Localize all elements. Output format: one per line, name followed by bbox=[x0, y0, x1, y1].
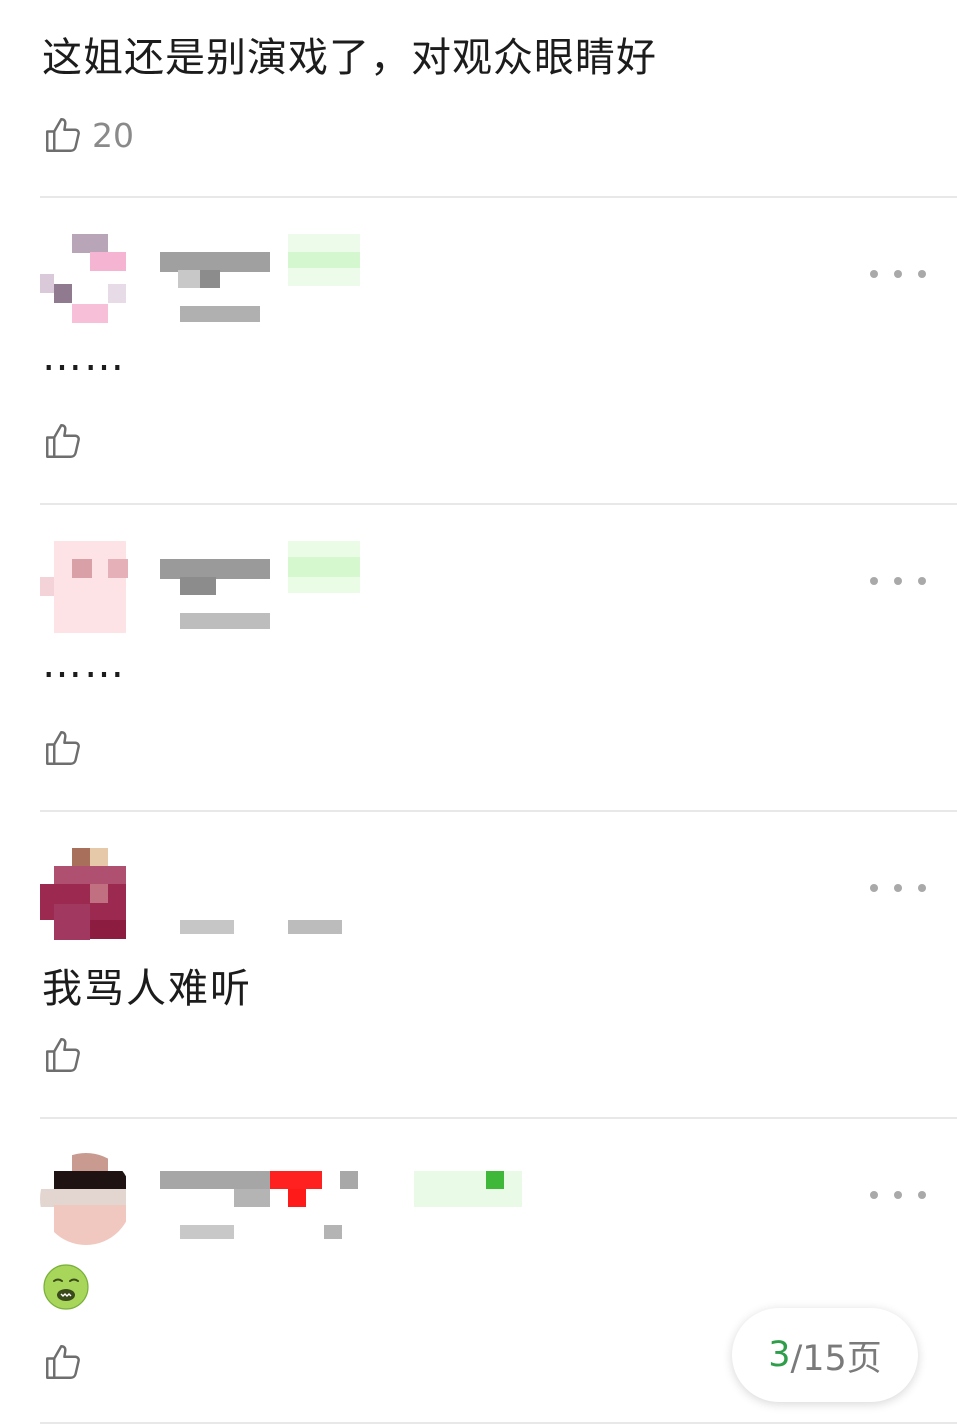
reply-item: 我骂人难听 bbox=[0, 812, 957, 1112]
like-row: 20 bbox=[42, 110, 927, 160]
thumbs-up-icon[interactable] bbox=[42, 420, 84, 462]
username-block[interactable] bbox=[160, 541, 540, 633]
avatar[interactable] bbox=[40, 848, 132, 940]
reply-text: 我骂人难听 bbox=[42, 966, 252, 1012]
more-options-button[interactable] bbox=[870, 571, 926, 591]
more-options-button[interactable] bbox=[870, 1185, 926, 1205]
avatar[interactable] bbox=[40, 1153, 132, 1245]
nauseated-face-icon bbox=[43, 1264, 89, 1310]
username-block[interactable] bbox=[160, 234, 540, 326]
reply-item: …… bbox=[0, 505, 957, 805]
more-options-button[interactable] bbox=[870, 878, 926, 898]
avatar[interactable] bbox=[40, 234, 132, 326]
comment-text: 这姐还是别演戏了，对观众眼睛好 bbox=[42, 35, 657, 81]
username-block[interactable] bbox=[160, 848, 540, 940]
reply-text: …… bbox=[42, 334, 126, 380]
reply-text: …… bbox=[42, 641, 126, 687]
avatar[interactable] bbox=[40, 541, 132, 633]
like-count: 20 bbox=[92, 115, 134, 155]
reply-item: …… bbox=[0, 198, 957, 498]
thumbs-up-icon[interactable] bbox=[42, 1341, 84, 1383]
page-indicator[interactable]: 3 /15页 bbox=[732, 1308, 918, 1402]
divider bbox=[40, 1422, 957, 1424]
username-block[interactable] bbox=[160, 1153, 540, 1245]
thumbs-up-icon[interactable] bbox=[42, 727, 84, 769]
more-options-button[interactable] bbox=[870, 264, 926, 284]
top-comment: 这姐还是别演戏了，对观众眼睛好 20 bbox=[42, 28, 927, 160]
total-pages: /15页 bbox=[790, 1338, 882, 1379]
current-page: 3 bbox=[768, 1335, 791, 1375]
thumbs-up-icon[interactable] bbox=[42, 114, 84, 156]
thumbs-up-icon[interactable] bbox=[42, 1034, 84, 1076]
